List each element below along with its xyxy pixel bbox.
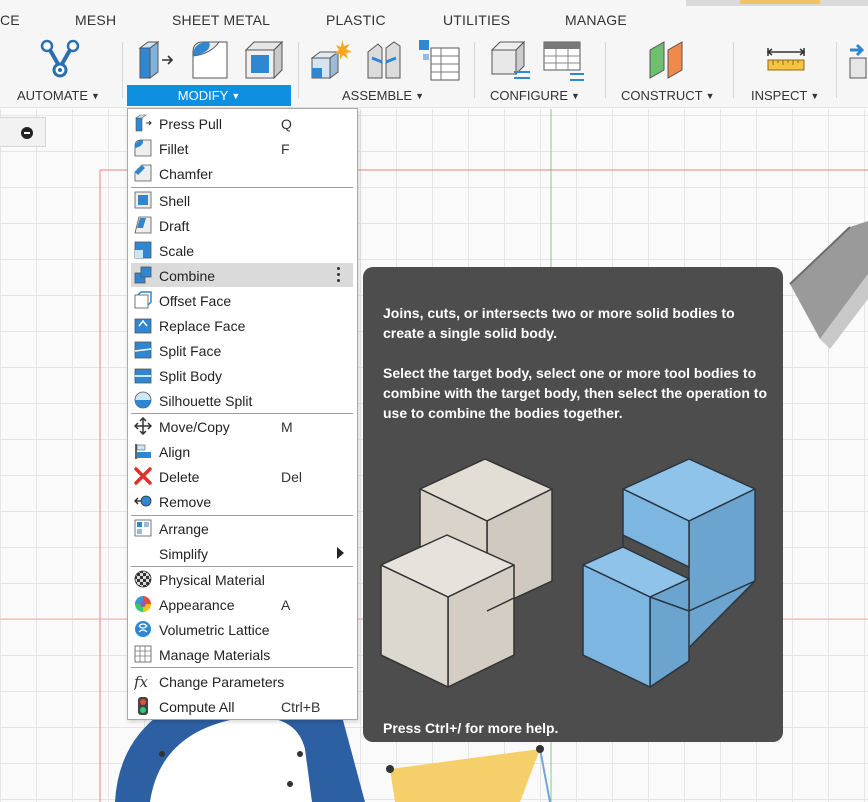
- configure-body-icon[interactable]: [488, 38, 532, 87]
- offset-plane-icon[interactable]: [646, 38, 690, 87]
- traffic-light-icon: [134, 697, 152, 715]
- press-pull-icon: [134, 114, 152, 132]
- automate-icon[interactable]: [38, 38, 82, 87]
- insert-group-label-cut[interactable]: ▼: [864, 88, 868, 103]
- menu-item-delete[interactable]: Delete Del: [131, 464, 353, 488]
- menu-item-press-pull[interactable]: Press Pull Q: [131, 111, 353, 135]
- combine-illustration: [380, 458, 756, 688]
- configure-group-label[interactable]: CONFIGURE ▼: [490, 88, 580, 103]
- modify-group-label[interactable]: MODIFY ▼: [127, 85, 291, 106]
- browser-panel-collapsed[interactable]: [0, 117, 46, 147]
- submenu-arrow-icon: [337, 547, 344, 559]
- browser-table-icon[interactable]: [417, 38, 461, 87]
- fillet-icon[interactable]: [189, 38, 233, 87]
- menu-item-scale[interactable]: Scale: [131, 238, 353, 262]
- menu-item-combine[interactable]: Combine: [131, 263, 353, 287]
- menu-item-replace-face[interactable]: Replace Face: [131, 313, 353, 337]
- menu-divider: [131, 667, 353, 668]
- menu-item-split-body[interactable]: Split Body: [131, 363, 353, 387]
- tab-utilities[interactable]: UTILITIES: [443, 12, 510, 28]
- menu-item-appearance[interactable]: Appearance A: [131, 592, 353, 616]
- volumetric-lattice-icon: [134, 620, 152, 638]
- toolbar-divider: [605, 42, 606, 98]
- physical-material-icon: [134, 570, 152, 588]
- assemble-group-label[interactable]: ASSEMBLE ▼: [342, 88, 424, 103]
- fx-icon: fx: [133, 672, 152, 691]
- menu-item-split-face[interactable]: Split Face: [131, 338, 353, 362]
- tooltip-description: Joins, cuts, or intersects two or more s…: [383, 305, 735, 341]
- split-body-icon: [134, 366, 152, 384]
- construct-group-label[interactable]: CONSTRUCT ▼: [621, 88, 715, 103]
- toolbar-divider: [836, 42, 837, 98]
- insert-icon[interactable]: [846, 38, 868, 87]
- window-edge-accent: [740, 0, 820, 4]
- measure-icon[interactable]: [764, 38, 808, 87]
- toolbar-divider: [474, 42, 475, 98]
- menu-item-change-parameters[interactable]: fx Change Parameters: [131, 669, 353, 693]
- fillet-icon: [134, 139, 152, 157]
- menu-item-manage-materials[interactable]: Manage Materials: [131, 642, 353, 666]
- replace-face-icon: [134, 316, 152, 334]
- shell-icon[interactable]: [242, 38, 286, 87]
- offset-face-icon: [134, 291, 152, 309]
- draft-icon: [134, 216, 152, 234]
- automate-group-label[interactable]: AUTOMATE ▼: [17, 88, 100, 103]
- delete-icon: [134, 467, 152, 485]
- toolbar-divider: [298, 42, 299, 98]
- menu-item-compute-all[interactable]: Compute All Ctrl+B: [131, 694, 353, 718]
- menu-item-shell[interactable]: Shell: [131, 188, 353, 212]
- split-face-icon: [134, 341, 152, 359]
- tooltip-footer: Press Ctrl+/ for more help.: [383, 720, 559, 736]
- menu-item-arrange[interactable]: Arrange: [131, 516, 353, 540]
- tab-plastic[interactable]: PLASTIC: [326, 12, 386, 28]
- ribbon-tabs: CE MESH SHEET METAL PLASTIC UTILITIES MA…: [0, 0, 868, 36]
- menu-item-offset-face[interactable]: Offset Face: [131, 288, 353, 312]
- tab-solid[interactable]: CE: [0, 12, 20, 28]
- menu-item-remove[interactable]: Remove: [131, 489, 353, 513]
- collapse-button[interactable]: [21, 127, 33, 139]
- silhouette-split-icon: [134, 391, 152, 409]
- manage-materials-icon: [134, 645, 152, 663]
- inspect-group-label[interactable]: INSPECT ▼: [751, 88, 819, 103]
- move-icon: [133, 416, 153, 436]
- toolbar-divider: [122, 42, 123, 98]
- menu-item-volumetric-lattice[interactable]: Volumetric Lattice: [131, 617, 353, 641]
- menu-item-simplify[interactable]: Simplify: [131, 541, 353, 565]
- svg-text:fx: fx: [134, 673, 149, 690]
- appearance-icon: [134, 595, 152, 613]
- shell-icon: [134, 191, 152, 209]
- tooltip-instructions: Select the target body, select one or mo…: [383, 365, 767, 421]
- combine-tooltip: Joins, cuts, or intersects two or more s…: [363, 267, 783, 742]
- more-options-icon[interactable]: [337, 267, 341, 283]
- modify-menu: Press Pull Q Fillet F Chamfer Shell Draf…: [127, 108, 358, 720]
- menu-item-physical-material[interactable]: Physical Material: [131, 567, 353, 591]
- menu-item-align[interactable]: Align: [131, 439, 353, 463]
- menu-item-draft[interactable]: Draft: [131, 213, 353, 237]
- menu-item-fillet[interactable]: Fillet F: [131, 136, 353, 160]
- align-icon: [134, 442, 152, 460]
- new-component-icon[interactable]: [310, 38, 354, 87]
- menu-item-chamfer[interactable]: Chamfer: [131, 161, 353, 185]
- scale-icon: [134, 241, 152, 259]
- tab-sheet-metal[interactable]: SHEET METAL: [172, 12, 270, 28]
- toolbar-divider: [733, 42, 734, 98]
- tab-manage[interactable]: MANAGE: [565, 12, 627, 28]
- press-pull-icon[interactable]: [136, 38, 178, 87]
- toolbar: AUTOMATE ▼ MODIFY ▼ ASSEMBLE ▼ CONFIGURE…: [0, 36, 868, 108]
- arrange-icon: [134, 519, 152, 537]
- menu-item-move-copy[interactable]: Move/Copy M: [131, 414, 353, 438]
- chamfer-icon: [134, 164, 152, 182]
- configuration-table-icon[interactable]: [542, 38, 586, 87]
- menu-item-silhouette-split[interactable]: Silhouette Split: [131, 388, 353, 412]
- joint-icon[interactable]: [364, 38, 404, 87]
- remove-icon: [133, 492, 152, 510]
- combine-icon: [134, 266, 152, 284]
- tab-mesh[interactable]: MESH: [75, 12, 116, 28]
